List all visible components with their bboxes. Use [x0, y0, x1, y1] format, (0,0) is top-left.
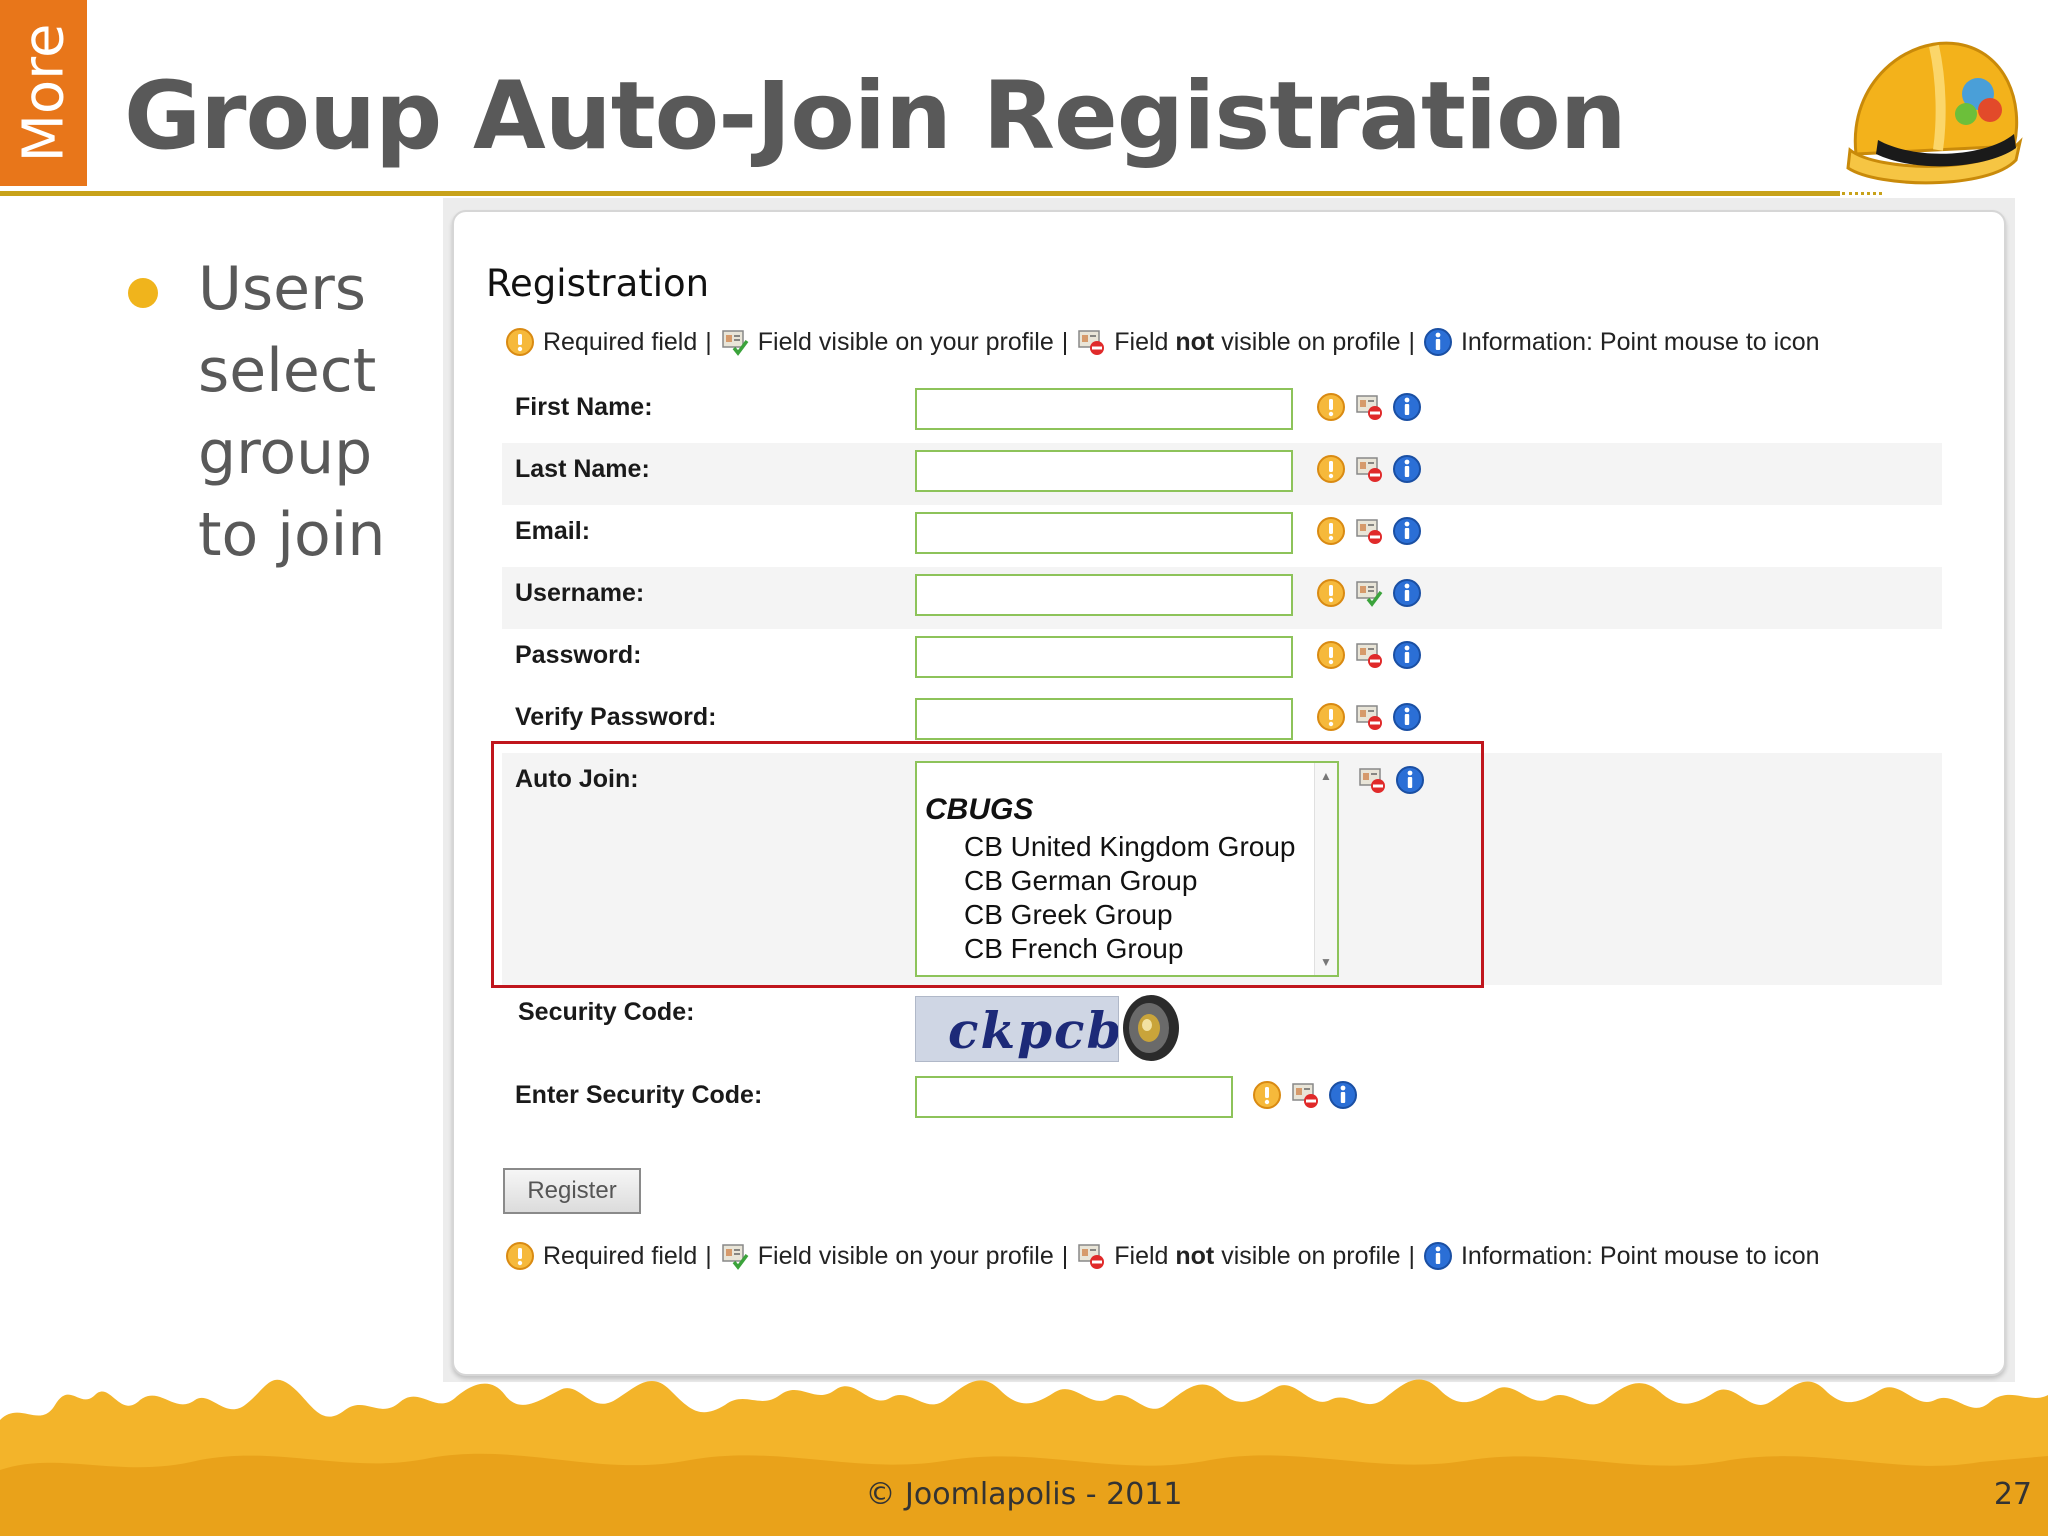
username-input[interactable]: [915, 574, 1293, 616]
profile-hidden-icon: [1076, 327, 1106, 357]
legend-separator: |: [1408, 1241, 1415, 1270]
required-icon: [505, 327, 535, 357]
profile-hidden-icon[interactable]: [1290, 1080, 1320, 1110]
profile-hidden-icon[interactable]: [1354, 392, 1384, 422]
legend-separator: |: [1061, 1241, 1069, 1270]
registration-heading: Registration: [486, 262, 710, 305]
last-name-input[interactable]: [915, 450, 1293, 492]
username-icons: [1316, 578, 1422, 608]
legend-bottom: Required field | Field visible on your p…: [505, 1238, 1820, 1274]
profile-hidden-icon[interactable]: [1354, 702, 1384, 732]
info-icon[interactable]: [1392, 640, 1422, 670]
profile-visible-icon: [720, 327, 750, 357]
side-tab-label: More: [11, 23, 76, 163]
legend-visible: Field visible on your profile: [757, 327, 1054, 356]
legend-separator: |: [705, 1241, 712, 1270]
security-code-label: Security Code:: [518, 998, 695, 1026]
slide-title: Group Auto-Join Registration: [124, 62, 1627, 171]
bullet-marker: [128, 278, 158, 308]
info-icon[interactable]: [1392, 392, 1422, 422]
auto-join-highlight: [491, 741, 1484, 988]
legend-separator: |: [705, 327, 712, 356]
first-name-input[interactable]: [915, 388, 1293, 430]
legend-not-visible: Field not visible on profile: [1114, 327, 1401, 356]
profile-hidden-icon[interactable]: [1354, 640, 1384, 670]
verify-password-input[interactable]: [915, 698, 1293, 740]
info-icon[interactable]: [1392, 516, 1422, 546]
legend-visible: Field visible on your profile: [757, 1241, 1054, 1270]
info-icon[interactable]: [1392, 702, 1422, 732]
title-divider: [0, 191, 1840, 196]
legend-required: Required field: [543, 1241, 698, 1270]
profile-visible-icon: [720, 1241, 750, 1271]
speaker-icon[interactable]: [1120, 992, 1182, 1064]
required-icon: [505, 1241, 535, 1271]
security-code-icons: [1252, 1080, 1358, 1110]
legend-info: Information: Point mouse to icon: [1460, 327, 1820, 356]
email-label: Email:: [515, 517, 591, 545]
required-icon[interactable]: [1316, 454, 1346, 484]
profile-hidden-icon[interactable]: [1354, 516, 1384, 546]
first-name-label: First Name:: [515, 393, 653, 421]
legend-separator: |: [1408, 327, 1415, 356]
legend-top: Required field | Field visible on your p…: [505, 324, 1820, 360]
security-code-input[interactable]: [915, 1076, 1233, 1118]
required-icon[interactable]: [1316, 640, 1346, 670]
profile-hidden-icon: [1076, 1241, 1106, 1271]
info-icon: [1423, 327, 1453, 357]
profile-hidden-icon[interactable]: [1354, 454, 1384, 484]
password-icons: [1316, 640, 1422, 670]
email-icons: [1316, 516, 1422, 546]
page-number: 27: [1993, 1477, 2032, 1512]
captcha-text: ckpcb: [948, 1001, 1119, 1060]
verify-password-label: Verify Password:: [515, 703, 717, 731]
captcha-image: ckpcb: [915, 996, 1119, 1062]
profile-visible-icon[interactable]: [1354, 578, 1384, 608]
password-label: Password:: [515, 641, 642, 669]
required-icon[interactable]: [1316, 702, 1346, 732]
info-icon: [1423, 1241, 1453, 1271]
info-icon[interactable]: [1392, 578, 1422, 608]
first-name-icons: [1316, 392, 1422, 422]
required-icon[interactable]: [1316, 516, 1346, 546]
required-icon[interactable]: [1252, 1080, 1282, 1110]
register-button[interactable]: Register: [503, 1168, 641, 1214]
last-name-icons: [1316, 454, 1422, 484]
required-icon[interactable]: [1316, 578, 1346, 608]
bullet-text: Users select group to join: [198, 254, 386, 570]
legend-not-visible: Field not visible on profile: [1114, 1241, 1401, 1270]
password-input[interactable]: [915, 636, 1293, 678]
side-tab: More: [0, 0, 87, 186]
enter-security-code-label: Enter Security Code:: [515, 1081, 763, 1109]
hard-hat-icon: [1846, 41, 2023, 185]
required-icon[interactable]: [1316, 392, 1346, 422]
info-icon[interactable]: [1392, 454, 1422, 484]
username-label: Username:: [515, 579, 645, 607]
last-name-label: Last Name:: [515, 455, 650, 483]
legend-info: Information: Point mouse to icon: [1460, 1241, 1820, 1270]
verify-password-icons: [1316, 702, 1422, 732]
legend-separator: |: [1061, 327, 1069, 356]
email-input[interactable]: [915, 512, 1293, 554]
footer-copyright: © Joomlapolis - 2011: [865, 1477, 1183, 1512]
info-icon[interactable]: [1328, 1080, 1358, 1110]
legend-required: Required field: [543, 327, 698, 356]
